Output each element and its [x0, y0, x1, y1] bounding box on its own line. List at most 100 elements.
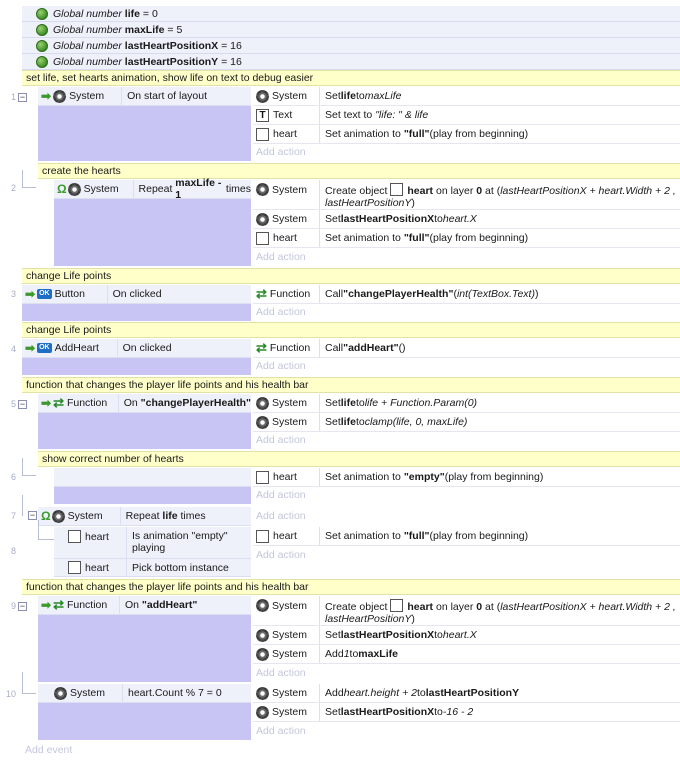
- add-event-link[interactable]: Add event: [22, 741, 72, 759]
- line-number: 5: [10, 399, 16, 409]
- system-gear-icon: [256, 396, 269, 410]
- add-action-link[interactable]: Add action: [253, 546, 306, 564]
- system-gear-icon: [256, 212, 269, 226]
- line-number: 6: [10, 472, 16, 482]
- action-row[interactable]: System Create object heart on layer 0 at…: [253, 180, 680, 210]
- event-comment[interactable]: set life, set hearts animation, show lif…: [22, 70, 680, 86]
- line-number: 9: [10, 601, 16, 611]
- tree-line: [38, 520, 54, 540]
- collapse-toggle[interactable]: −: [18, 400, 27, 409]
- globe-icon: [36, 55, 48, 68]
- system-gear-icon: [67, 182, 81, 196]
- sprite-object-icon: [256, 529, 269, 543]
- system-gear-icon: [256, 89, 269, 103]
- action-row[interactable]: System Set life to life + Function.Param…: [253, 394, 680, 413]
- add-action-link[interactable]: Add action: [253, 248, 306, 266]
- event-comment[interactable]: change Life points: [22, 268, 680, 284]
- add-action-link[interactable]: Add action: [253, 507, 306, 525]
- line-number: 8: [10, 546, 16, 556]
- system-gear-icon: [256, 628, 269, 642]
- condition-row[interactable]: ➡ OK Button On clicked: [22, 285, 251, 304]
- system-gear-icon: [256, 705, 269, 719]
- trigger-arrow-icon: ➡: [41, 89, 52, 103]
- sprite-object-icon: [390, 599, 404, 612]
- action-row[interactable]: System Add heart.height + 2 to lastHeart…: [253, 684, 680, 703]
- add-action-link[interactable]: Add action: [253, 486, 306, 504]
- global-var-maxlife[interactable]: Global number maxLife = 5: [22, 22, 680, 38]
- add-action-link[interactable]: Add action: [253, 722, 306, 740]
- line-number: 1: [10, 92, 16, 102]
- action-row[interactable]: System Set lastHeartPositionX to -16 - 2: [253, 703, 680, 722]
- sprite-object-icon: [256, 231, 269, 245]
- sprite-object-icon: [68, 530, 81, 543]
- globe-icon: [36, 39, 48, 52]
- add-action-link[interactable]: Add action: [253, 431, 306, 449]
- tree-line: [22, 672, 36, 694]
- event-comment[interactable]: create the hearts: [38, 163, 680, 179]
- condition-row[interactable]: ➡ OK AddHeart On clicked: [22, 339, 251, 358]
- button-object-icon: OK: [37, 343, 52, 353]
- action-row[interactable]: T Text Set text to "life: " & life: [253, 106, 680, 125]
- globe-icon: [36, 23, 48, 36]
- event-comment[interactable]: function that changes the player life po…: [22, 579, 680, 595]
- line-number: 10: [5, 689, 16, 699]
- action-row[interactable]: ⇄ Function Call "changePlayerHealth" (int…: [253, 285, 680, 304]
- collapse-toggle[interactable]: −: [28, 511, 37, 520]
- add-action-link[interactable]: Add action: [253, 357, 306, 375]
- condition-row[interactable]: heart Pick bottom instance: [54, 559, 251, 577]
- action-row[interactable]: System Create object heart on layer 0 at…: [253, 596, 680, 626]
- global-var-lastheartpositiony[interactable]: Global number lastHeartPositionY = 16: [22, 54, 680, 70]
- system-gear-icon: [53, 89, 67, 103]
- sprite-object-icon: [390, 183, 404, 196]
- action-row[interactable]: heart Set animation to "empty" (play fro…: [253, 468, 680, 487]
- condition-row[interactable]: [54, 468, 251, 487]
- system-gear-icon: [256, 647, 269, 661]
- system-gear-icon: [256, 415, 269, 429]
- action-row[interactable]: System Set life to maxLife: [253, 87, 680, 106]
- event-comment[interactable]: change Life points: [22, 322, 680, 338]
- action-row[interactable]: System Set lastHeartPositionX to heart.X: [253, 626, 680, 645]
- trigger-arrow-icon: ➡: [25, 287, 36, 301]
- button-object-icon: OK: [37, 289, 52, 299]
- global-var-life[interactable]: Global number life = 0: [22, 6, 680, 22]
- condition-row[interactable]: Ω System Repeat maxLife - 1 times: [54, 177, 251, 201]
- tree-line: [22, 170, 36, 188]
- action-row[interactable]: heart Set animation to "full" (play from…: [253, 527, 680, 546]
- condition-row[interactable]: ➡ ⇄ Function On "changePlayerHealth": [38, 394, 251, 413]
- collapse-toggle[interactable]: −: [18, 93, 27, 102]
- event-comment[interactable]: show correct number of hearts: [38, 451, 680, 467]
- action-row[interactable]: System Add 1 to maxLife: [253, 645, 680, 664]
- text-object-icon: T: [256, 108, 269, 122]
- function-icon: ⇄: [53, 597, 64, 612]
- globe-icon: [36, 7, 48, 20]
- trigger-arrow-icon: ➡: [25, 341, 36, 355]
- action-row[interactable]: System Set life to clamp(life, 0, maxLif…: [253, 413, 680, 432]
- trigger-arrow-icon: ➡: [41, 598, 52, 612]
- condition-row[interactable]: heart Is animation "empty" playing: [54, 527, 251, 559]
- line-number: 4: [10, 344, 16, 354]
- condition-row[interactable]: ➡ System On start of layout: [38, 87, 251, 106]
- system-gear-icon: [256, 686, 269, 700]
- line-number: 3: [10, 289, 16, 299]
- sprite-object-icon: [68, 561, 81, 574]
- collapse-toggle[interactable]: −: [18, 602, 27, 611]
- add-action-link[interactable]: Add action: [253, 303, 306, 321]
- loop-icon: Ω: [57, 182, 67, 196]
- action-row[interactable]: ⇄ Function Call "addHeart" (): [253, 339, 680, 358]
- event-comment[interactable]: function that changes the player life po…: [22, 377, 680, 393]
- condition-row[interactable]: ➡ ⇄ Function On "addHeart": [38, 596, 251, 615]
- add-action-link[interactable]: Add action: [253, 664, 306, 682]
- system-gear-icon: [54, 686, 67, 700]
- add-action-link[interactable]: Add action: [253, 143, 306, 161]
- global-var-lastheartpositionx[interactable]: Global number lastHeartPositionX = 16: [22, 38, 680, 54]
- system-gear-icon: [256, 599, 269, 612]
- line-number: 2: [10, 183, 16, 193]
- action-row[interactable]: System Set lastHeartPositionX to heart.X: [253, 210, 680, 229]
- function-icon: ⇄: [53, 395, 64, 410]
- function-icon: ⇄: [256, 340, 267, 355]
- condition-row[interactable]: Ω System Repeat life times: [38, 507, 251, 526]
- condition-row[interactable]: System heart.Count % 7 = 0: [38, 684, 251, 703]
- sprite-object-icon: [256, 470, 269, 484]
- action-row[interactable]: heart Set animation to "full" (play from…: [253, 125, 680, 144]
- action-row[interactable]: heart Set animation to "full" (play from…: [253, 229, 680, 248]
